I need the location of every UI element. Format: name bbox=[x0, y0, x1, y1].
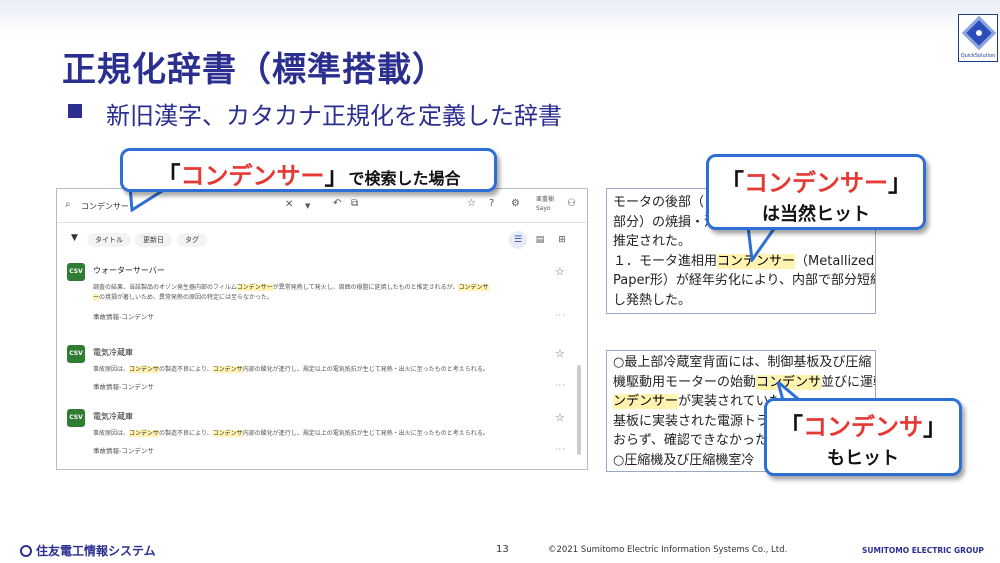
hit-term: コンデンサ bbox=[803, 413, 923, 441]
highlight: コンデンサ bbox=[129, 366, 160, 373]
filter-chip-updated[interactable]: 更新日 bbox=[135, 233, 172, 247]
filter-chip-title[interactable]: タイトル bbox=[87, 233, 131, 247]
settings-icon[interactable]: ⚙ bbox=[511, 198, 520, 209]
help-icon[interactable]: ? bbox=[489, 198, 494, 209]
hit-text: もヒット bbox=[827, 448, 899, 469]
scrollbar[interactable] bbox=[577, 365, 581, 455]
highlight: ンデンサー bbox=[613, 394, 679, 409]
copyright: ©2021 Sumitomo Electric Information Syst… bbox=[548, 545, 788, 555]
result-item[interactable]: CSV 電気冷蔵庫 事故原因は、コンデンサの製造不良により、コンデンサ内部の酸化… bbox=[57, 403, 587, 469]
more-options-icon[interactable]: ··· bbox=[555, 311, 566, 320]
result-item[interactable]: CSV 電気冷蔵庫 事故原因は、コンデンサの製造不良により、コンデンサ内部の酸化… bbox=[57, 339, 587, 411]
result-snippet: 調査の結果、当該製品のオゾン発生器内部のフィルムコンデンサーが異常発熱して発火し… bbox=[93, 284, 489, 301]
chevron-down-icon[interactable]: ▼ bbox=[305, 202, 310, 210]
highlight: コンデンサ bbox=[212, 366, 243, 373]
star-icon[interactable]: ☆ bbox=[555, 411, 565, 424]
company-logo: 住友電工情報システム bbox=[20, 542, 156, 559]
favorite-icon[interactable]: ☆ bbox=[467, 198, 476, 209]
result-tag[interactable]: 事故情報-コンデンサ bbox=[93, 311, 154, 321]
list-view-icon[interactable]: ☰ bbox=[509, 231, 527, 249]
highlight: コンデンサ bbox=[129, 430, 160, 437]
csv-file-icon: CSV bbox=[67, 263, 85, 281]
callout-tail bbox=[746, 226, 780, 262]
highlight: コンデンサ bbox=[458, 284, 489, 291]
search-ui-screenshot: ⌕ コンデンサー ✕ ▼ ↶ ⧉ ☆ ? ⚙ 亜重樹 Sayo ⚇ ▼ タイトル… bbox=[56, 188, 588, 470]
filter-chip-tag[interactable]: タグ bbox=[177, 233, 207, 247]
doc-line: 機駆動用モーターの始動コンデンサ並びに運転コ bbox=[613, 373, 875, 393]
copy-icon[interactable]: ⧉ bbox=[351, 198, 358, 209]
grid-view-icon[interactable]: ⊞ bbox=[553, 231, 571, 249]
doc-line: Paper形）が経年劣化により、内部で部分短絡 bbox=[613, 273, 876, 288]
company-name: 住友電工情報システム bbox=[36, 544, 156, 558]
result-title[interactable]: 電気冷蔵庫 bbox=[93, 347, 133, 358]
company-mark-icon bbox=[20, 545, 32, 557]
search-icon[interactable]: ⌕ bbox=[65, 199, 71, 210]
callout-hit-normalized: 「コンデンサ」 もヒット bbox=[764, 398, 962, 476]
hit-term: コンデンサー bbox=[744, 169, 888, 197]
undo-icon[interactable]: ↶ bbox=[333, 198, 341, 209]
bullet-square-icon bbox=[68, 104, 82, 118]
user-sub: Sayo bbox=[536, 205, 551, 212]
doc-line: し発熱した。 bbox=[613, 292, 692, 308]
search-term: コンデンサー bbox=[180, 162, 325, 190]
result-snippet: 事故原因は、コンデンサの製造不良により、コンデンサ内部の酸化が進行し、規定以上の… bbox=[93, 430, 489, 437]
star-icon[interactable]: ☆ bbox=[555, 265, 565, 278]
more-options-icon[interactable]: ··· bbox=[555, 445, 566, 454]
group-name: SUMITOMO ELECTRIC GROUP bbox=[862, 546, 984, 555]
star-icon[interactable]: ☆ bbox=[555, 347, 565, 360]
result-snippet: 事故原因は、コンデンサの製造不良により、コンデンサ内部の酸化が進行し、規定以上の… bbox=[93, 366, 489, 373]
result-title[interactable]: 電気冷蔵庫 bbox=[93, 411, 133, 422]
user-info[interactable]: 亜重樹 Sayo bbox=[536, 195, 554, 213]
result-tag[interactable]: 事故情報-コンデンサ bbox=[93, 445, 154, 455]
callout-hit-exact: 「コンデンサー」 は当然ヒット bbox=[706, 154, 926, 230]
user-name: 亜重樹 bbox=[536, 196, 555, 203]
csv-file-icon: CSV bbox=[67, 345, 85, 363]
detail-view-icon[interactable]: ▤ bbox=[531, 231, 549, 249]
search-input[interactable]: コンデンサー bbox=[81, 201, 129, 212]
result-title[interactable]: ウォーターサーバー bbox=[93, 265, 165, 276]
hit-text: は当然ヒット bbox=[762, 204, 870, 225]
logo-text: QuickSolution bbox=[960, 53, 996, 59]
filter-bar: ▼ タイトル 更新日 タグ ☰ ▤ ⊞ bbox=[57, 225, 587, 253]
more-options-icon[interactable]: ··· bbox=[555, 381, 566, 390]
quicksolution-logo: QuickSolution bbox=[958, 14, 998, 62]
doc-line: ○最上部冷蔵室背面には、制御基板及び圧縮 bbox=[613, 355, 872, 370]
result-tag[interactable]: 事故情報-コンデンサ bbox=[93, 381, 154, 391]
header-band bbox=[0, 0, 1000, 36]
highlight: コンデンサ bbox=[212, 430, 243, 437]
doc-line: 推定された。 bbox=[613, 234, 692, 249]
csv-file-icon: CSV bbox=[67, 409, 85, 427]
clear-icon[interactable]: ✕ bbox=[285, 199, 293, 210]
result-item[interactable]: CSV ウォーターサーバー 調査の結果、当該製品のオゾン発生器内部のフィルムコン… bbox=[57, 257, 587, 329]
slide-subtitle: 新旧漢字、カタカナ正規化を定義した辞書 bbox=[106, 102, 562, 130]
user-icon[interactable]: ⚇ bbox=[567, 198, 576, 209]
highlight: コンデンサー bbox=[236, 284, 273, 291]
filter-icon[interactable]: ▼ bbox=[71, 233, 78, 243]
slide-title: 正規化辞書（標準搭載） bbox=[62, 50, 447, 90]
callout-search: 「コンデンサー」で検索した場合 bbox=[120, 148, 497, 192]
page-number: 13 bbox=[496, 544, 509, 555]
logo-ring-icon bbox=[973, 27, 985, 39]
doc-line: １．モータ進相用コンデンサー（Metallized bbox=[613, 253, 875, 269]
